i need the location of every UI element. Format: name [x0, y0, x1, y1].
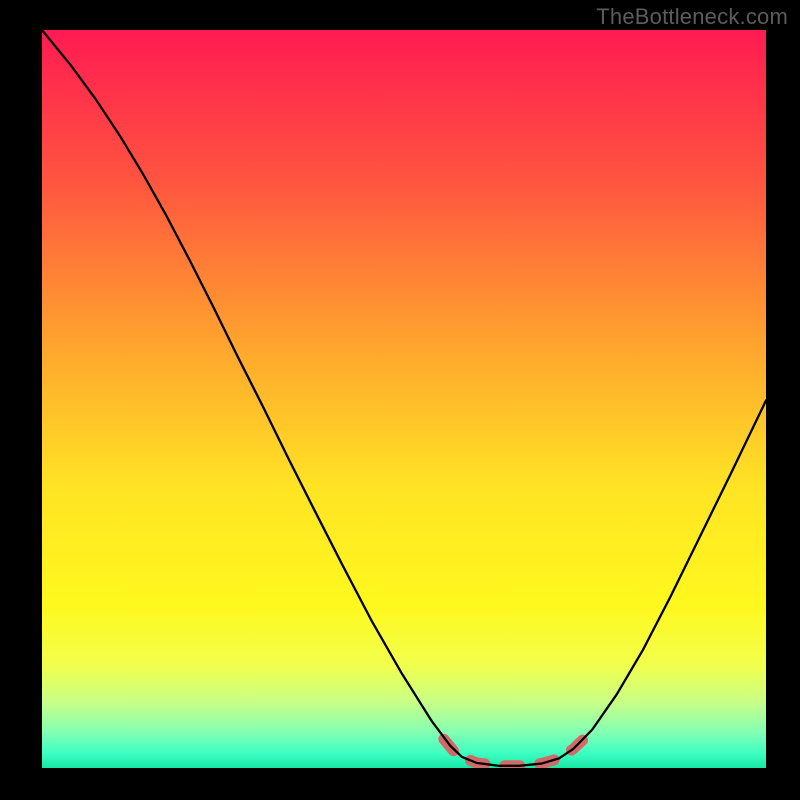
watermark-text: TheBottleneck.com — [596, 4, 788, 30]
bottleneck-chart — [0, 0, 800, 800]
plot-gradient-bg — [42, 30, 766, 768]
